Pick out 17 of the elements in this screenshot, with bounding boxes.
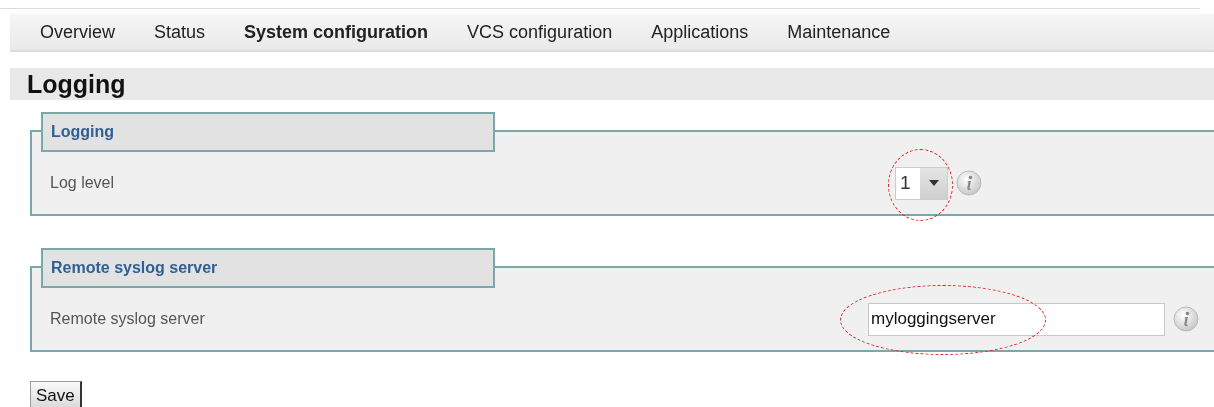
page-title: Logging bbox=[27, 69, 127, 100]
level-dropdown[interactable]: 1 bbox=[895, 166, 948, 200]
info-icon[interactable] bbox=[1173, 306, 1199, 332]
caret-icon bbox=[928, 180, 939, 186]
save-button[interactable]: Save bbox=[30, 381, 82, 407]
section-title: Logging bbox=[41, 112, 495, 152]
nav-tab[interactable]: Status bbox=[154, 18, 206, 46]
nav-tab[interactable]: Maintenance bbox=[787, 18, 891, 46]
nav-tab[interactable]: VCS configuration bbox=[467, 18, 613, 46]
info-icon[interactable] bbox=[956, 170, 982, 196]
section-title: Remote syslog server bbox=[41, 248, 495, 288]
field-label: Log level bbox=[50, 173, 116, 193]
nav-tab[interactable]: System configuration bbox=[244, 18, 429, 46]
field-label: Remote syslog server bbox=[50, 309, 206, 329]
nav-tab[interactable]: Overview bbox=[40, 18, 115, 46]
nav-tab[interactable]: Applications bbox=[651, 18, 749, 46]
server-input-field[interactable]: myloggingserver bbox=[868, 302, 1165, 336]
